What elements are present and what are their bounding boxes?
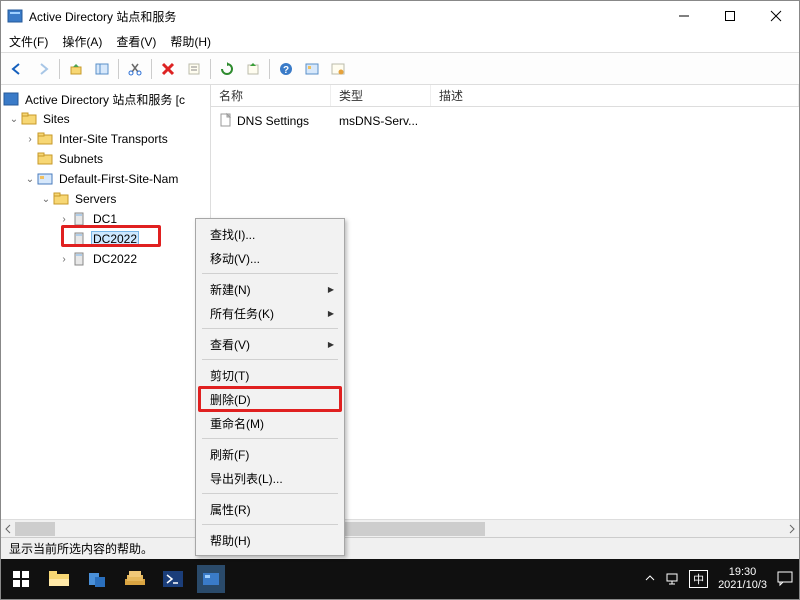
clock[interactable]: 19:30 2021/10/3 xyxy=(718,566,767,592)
server-manager-icon[interactable] xyxy=(83,565,111,593)
status-bar: 显示当前所选内容的帮助。 xyxy=(1,537,799,559)
refresh-button[interactable] xyxy=(215,57,239,81)
menu-view[interactable]: 查看(V) xyxy=(116,33,156,50)
notifications-icon[interactable] xyxy=(777,571,793,588)
ctx-properties[interactable]: 属性(R) xyxy=(198,497,342,521)
ctx-view[interactable]: 查看(V) xyxy=(198,332,342,356)
tree-sites[interactable]: ⌄ Sites xyxy=(1,109,210,129)
tree-servers[interactable]: ⌄ Servers xyxy=(1,189,210,209)
svg-text:?: ? xyxy=(283,65,289,76)
client-area: Active Directory 站点和服务 [c ⌄ Sites › Inte… xyxy=(1,85,799,537)
back-button[interactable] xyxy=(5,57,29,81)
tree-inter-site[interactable]: › Inter-Site Transports xyxy=(1,129,210,149)
tree-subnets[interactable]: Subnets xyxy=(1,149,210,169)
tree-dc2022-b[interactable]: › DC2022 xyxy=(1,249,210,269)
filter-button[interactable] xyxy=(326,57,350,81)
menu-separator xyxy=(202,438,338,439)
site-icon xyxy=(37,171,53,187)
tray-up-icon[interactable] xyxy=(645,573,655,586)
tree-root-label: Active Directory 站点和服务 [c xyxy=(23,91,187,108)
collapse-icon[interactable]: › xyxy=(23,134,37,145)
collapse-icon[interactable]: › xyxy=(57,214,71,225)
folder-icon xyxy=(21,111,37,127)
server-icon xyxy=(71,211,87,227)
expand-icon[interactable]: ⌄ xyxy=(7,114,21,125)
network-icon[interactable] xyxy=(665,571,679,588)
close-button[interactable] xyxy=(753,1,799,31)
tree-dc1[interactable]: › DC1 xyxy=(1,209,210,229)
col-desc[interactable]: 描述 xyxy=(431,85,799,106)
stack-icon[interactable] xyxy=(121,565,149,593)
ctx-rename[interactable]: 重命名(M) xyxy=(198,411,342,435)
start-button[interactable] xyxy=(7,565,35,593)
context-menu: 查找(I)... 移动(V)... 新建(N) 所有任务(K) 查看(V) 剪切… xyxy=(195,218,345,556)
item-name: DNS Settings xyxy=(237,114,309,128)
tree-dc2022-selected[interactable]: DC2022 xyxy=(1,229,210,249)
status-text: 显示当前所选内容的帮助。 xyxy=(9,540,153,557)
menu-separator xyxy=(202,359,338,360)
ad-sites-taskbar-icon[interactable] xyxy=(197,565,225,593)
ctx-help[interactable]: 帮助(H) xyxy=(198,528,342,552)
menu-separator xyxy=(202,273,338,274)
file-explorer-icon[interactable] xyxy=(45,565,73,593)
ctx-export[interactable]: 导出列表(L)... xyxy=(198,466,342,490)
minimize-button[interactable] xyxy=(661,1,707,31)
taskbar: 中 19:30 2021/10/3 xyxy=(1,559,799,599)
maximize-button[interactable] xyxy=(707,1,753,31)
tree-default-site[interactable]: ⌄ Default-First-Site-Nam xyxy=(1,169,210,189)
ctx-all-tasks[interactable]: 所有任务(K) xyxy=(198,301,342,325)
clock-date: 2021/10/3 xyxy=(718,579,767,592)
menu-action[interactable]: 操作(A) xyxy=(62,33,102,50)
ctx-refresh[interactable]: 刷新(F) xyxy=(198,442,342,466)
clock-time: 19:30 xyxy=(718,566,767,579)
list-item[interactable]: DNS Settings msDNS-Serv... xyxy=(211,111,799,131)
up-button[interactable] xyxy=(64,57,88,81)
powershell-icon[interactable] xyxy=(159,565,187,593)
menu-file[interactable]: 文件(F) xyxy=(9,33,48,50)
expand-icon[interactable]: ⌄ xyxy=(39,194,53,205)
nav-tree[interactable]: Active Directory 站点和服务 [c ⌄ Sites › Inte… xyxy=(1,85,211,537)
col-type[interactable]: 类型 xyxy=(331,85,431,106)
ad-sites-icon xyxy=(3,91,19,107)
tree-scrollbar[interactable] xyxy=(1,519,210,537)
help-button[interactable]: ? xyxy=(274,57,298,81)
ctx-move[interactable]: 移动(V)... xyxy=(198,246,342,270)
forward-button[interactable] xyxy=(31,57,55,81)
item-type: msDNS-Serv... xyxy=(331,114,431,128)
ctx-cut[interactable]: 剪切(T) xyxy=(198,363,342,387)
col-name[interactable]: 名称 xyxy=(211,85,331,106)
properties-button[interactable] xyxy=(182,57,206,81)
scroll-right-icon[interactable] xyxy=(785,522,799,536)
collapse-icon[interactable]: › xyxy=(57,254,71,265)
export-button[interactable] xyxy=(241,57,265,81)
menu-separator xyxy=(202,328,338,329)
menu-help[interactable]: 帮助(H) xyxy=(170,33,211,50)
menu-separator xyxy=(202,524,338,525)
menubar: 文件(F) 操作(A) 查看(V) 帮助(H) xyxy=(1,31,799,53)
scroll-left-icon[interactable] xyxy=(1,522,15,536)
server-icon xyxy=(71,231,87,247)
tree-root[interactable]: Active Directory 站点和服务 [c xyxy=(1,89,210,109)
server-icon xyxy=(71,251,87,267)
expand-icon[interactable]: ⌄ xyxy=(23,174,37,185)
menu-separator xyxy=(202,493,338,494)
settings-button[interactable] xyxy=(300,57,324,81)
folder-icon xyxy=(53,191,69,207)
ctx-find[interactable]: 查找(I)... xyxy=(198,222,342,246)
toolbar: ? xyxy=(1,53,799,85)
document-icon xyxy=(219,113,233,130)
titlebar: Active Directory 站点和服务 xyxy=(1,1,799,31)
folder-icon xyxy=(37,131,53,147)
ctx-delete[interactable]: 删除(D) xyxy=(198,387,342,411)
app-icon xyxy=(7,8,23,24)
window-title: Active Directory 站点和服务 xyxy=(29,8,176,25)
delete-button[interactable] xyxy=(156,57,180,81)
folder-icon xyxy=(37,151,53,167)
cut-button[interactable] xyxy=(123,57,147,81)
show-hide-button[interactable] xyxy=(90,57,114,81)
list-header: 名称 类型 描述 xyxy=(211,85,799,107)
ctx-new[interactable]: 新建(N) xyxy=(198,277,342,301)
ime-indicator[interactable]: 中 xyxy=(689,570,708,588)
